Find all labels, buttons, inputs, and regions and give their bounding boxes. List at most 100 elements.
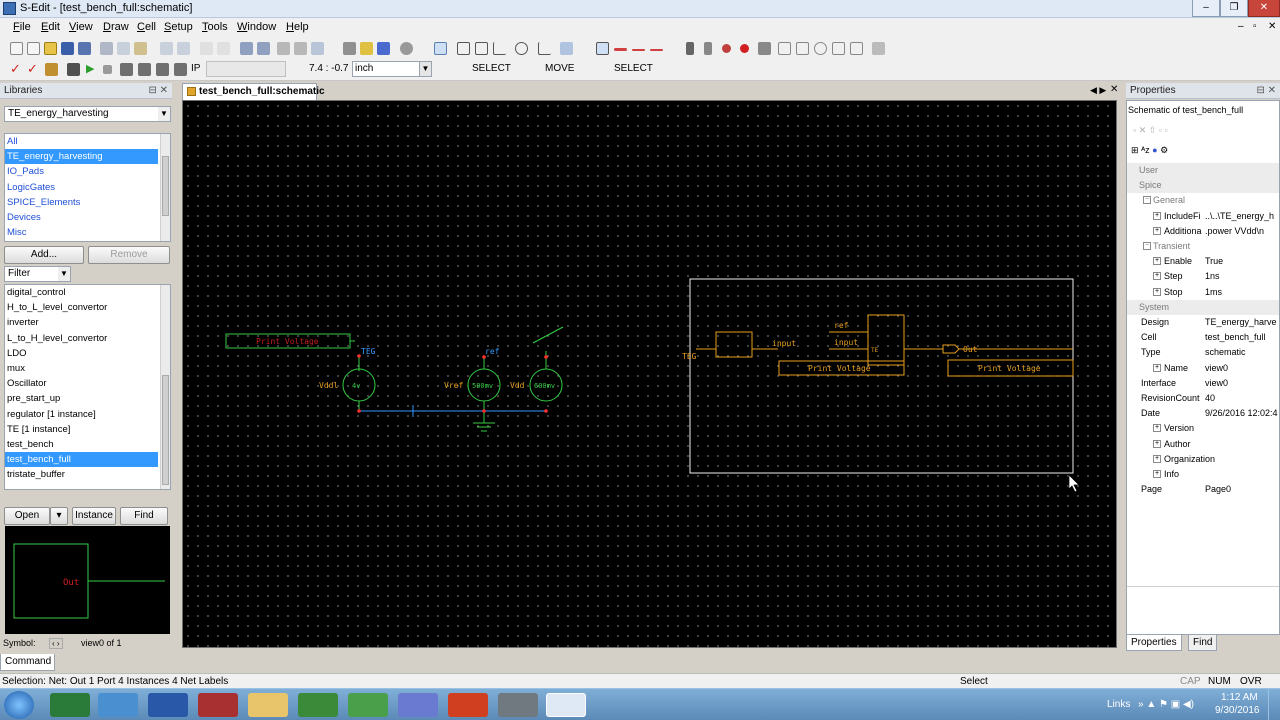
menu-help[interactable]: Help bbox=[286, 21, 309, 33]
new-file-icon[interactable] bbox=[10, 42, 23, 55]
menu-view[interactable]: View bbox=[69, 21, 93, 33]
probe-icon[interactable] bbox=[722, 44, 731, 53]
mouse-middle-mode[interactable]: MOVE bbox=[545, 63, 574, 74]
categorized-icon[interactable]: ⊞ bbox=[1131, 145, 1139, 155]
sedit-taskbar-icon[interactable] bbox=[546, 693, 586, 717]
menu-edit[interactable]: Edit bbox=[41, 21, 60, 33]
back-icon[interactable] bbox=[240, 42, 253, 55]
property-row[interactable]: + Organization bbox=[1127, 452, 1279, 467]
circle-icon[interactable] bbox=[515, 42, 528, 55]
property-value[interactable]: TE_energy_harve bbox=[1205, 315, 1279, 330]
document-tab[interactable]: test_bench_full:schematic bbox=[182, 83, 325, 100]
polygon-icon[interactable] bbox=[475, 42, 488, 55]
scroll-thumb[interactable] bbox=[162, 156, 169, 216]
tool-icon[interactable] bbox=[758, 42, 771, 55]
property-value[interactable]: view0 bbox=[1205, 361, 1279, 376]
select-pointer-icon[interactable] bbox=[434, 42, 447, 55]
shape3-icon[interactable] bbox=[814, 42, 827, 55]
cell-list-item[interactable]: TE [1 instance] bbox=[5, 422, 158, 437]
property-row[interactable]: RevisionCount 40 bbox=[1127, 391, 1279, 406]
excel-taskbar-icon[interactable] bbox=[50, 693, 90, 717]
explorer-taskbar-icon[interactable] bbox=[248, 693, 288, 717]
add-library-button[interactable]: Add... bbox=[4, 246, 84, 264]
minimize-button[interactable]: ‒ bbox=[1192, 0, 1220, 17]
property-value[interactable]: schematic bbox=[1205, 345, 1279, 360]
property-row[interactable]: + Version bbox=[1127, 421, 1279, 436]
probe-current-icon[interactable] bbox=[156, 63, 169, 76]
property-row[interactable]: + Additiona .power VVdd\n bbox=[1127, 224, 1279, 239]
property-value[interactable]: True bbox=[1205, 254, 1279, 269]
simulation-combo[interactable] bbox=[206, 61, 286, 77]
word-taskbar-icon[interactable] bbox=[148, 693, 188, 717]
browser-taskbar-icon[interactable] bbox=[98, 693, 138, 717]
circle-icon[interactable]: ● bbox=[1152, 145, 1157, 155]
document-close-icon[interactable]: ✕ bbox=[1110, 84, 1118, 95]
expand-icon[interactable]: + bbox=[1153, 287, 1161, 296]
cell-list-item[interactable]: test_bench_full bbox=[5, 452, 158, 468]
pdf-taskbar-icon[interactable] bbox=[448, 693, 488, 717]
label-icon[interactable] bbox=[538, 42, 551, 55]
check-icon[interactable]: ✓ bbox=[10, 62, 23, 76]
access-taskbar-icon[interactable] bbox=[198, 693, 238, 717]
property-row[interactable]: Page Page0 bbox=[1127, 482, 1279, 497]
clock-time[interactable]: 1:12 AM bbox=[1221, 692, 1258, 703]
property-row[interactable]: − Transient bbox=[1127, 239, 1279, 254]
open-folder-icon[interactable] bbox=[44, 42, 57, 55]
cell-list-item[interactable]: H_to_L_level_convertor bbox=[5, 300, 158, 315]
library-list-item[interactable]: IO_Pads bbox=[5, 164, 158, 179]
cell-list-item[interactable]: inverter bbox=[5, 315, 158, 330]
redo-icon[interactable] bbox=[217, 42, 230, 55]
property-row[interactable]: Date 9/26/2016 12:02:4 bbox=[1127, 406, 1279, 421]
schematic-drawing[interactable]: Print Voltage TEG 4v Vddl ref 500mv Vref… bbox=[183, 101, 1118, 649]
library-list-item[interactable]: LogicGates bbox=[5, 180, 158, 195]
property-value[interactable]: 40 bbox=[1205, 391, 1279, 406]
print-icon[interactable] bbox=[343, 42, 356, 55]
property-value[interactable]: 1ns bbox=[1205, 269, 1279, 284]
expand-icon[interactable]: + bbox=[1153, 439, 1161, 448]
collapse-icon[interactable]: − bbox=[1143, 242, 1151, 250]
wire-icon[interactable] bbox=[596, 42, 609, 55]
expand-icon[interactable]: + bbox=[1153, 470, 1161, 478]
pin-icon[interactable] bbox=[704, 42, 712, 55]
expand-icon[interactable]: + bbox=[1153, 272, 1161, 281]
property-row[interactable]: User bbox=[1127, 163, 1279, 178]
settings-icon[interactable]: ⚙ bbox=[1160, 145, 1168, 155]
scroll-thumb[interactable] bbox=[162, 375, 169, 485]
symbol-nav-buttons[interactable]: ‹ › bbox=[49, 638, 63, 649]
property-value[interactable]: .power VVdd\n bbox=[1205, 224, 1279, 239]
clock-date[interactable]: 9/30/2016 bbox=[1215, 705, 1260, 716]
property-row[interactable]: Interface view0 bbox=[1127, 376, 1279, 391]
mdi-close-button[interactable]: ✕ bbox=[1268, 21, 1276, 32]
alphabetical-icon[interactable]: ᴬz bbox=[1141, 145, 1150, 155]
panel-pin-close-icon[interactable]: ⊟ ✕ bbox=[1256, 83, 1276, 98]
filter-select[interactable]: Filter ▼ bbox=[4, 266, 71, 282]
tab-scroll-arrows[interactable]: ◀ ▶ bbox=[1090, 85, 1106, 96]
show-desktop-button[interactable] bbox=[1268, 689, 1280, 720]
cell-list-item[interactable]: mux bbox=[5, 361, 158, 376]
property-row[interactable]: + Author bbox=[1127, 437, 1279, 452]
property-row[interactable]: Cell test_bench_full bbox=[1127, 330, 1279, 345]
library-list-item[interactable]: SPICE_Elements bbox=[5, 195, 158, 210]
te-instance[interactable] bbox=[715, 331, 753, 358]
paste-icon[interactable] bbox=[134, 42, 147, 55]
library-list-item[interactable]: Devices bbox=[5, 210, 158, 225]
forward-icon[interactable] bbox=[257, 42, 270, 55]
property-value[interactable]: 9/26/2016 12:02:4 bbox=[1205, 406, 1279, 421]
mouse-right-mode[interactable]: SELECT bbox=[614, 63, 653, 74]
setup-sim-icon[interactable] bbox=[67, 63, 80, 76]
maximize-button[interactable]: ❐ bbox=[1220, 0, 1248, 17]
waveform-icon[interactable] bbox=[120, 63, 133, 76]
expand-icon[interactable]: + bbox=[1153, 211, 1161, 220]
rectangle-icon[interactable] bbox=[457, 42, 470, 55]
undo-icon[interactable] bbox=[200, 42, 213, 55]
cell-list-item[interactable]: digital_control bbox=[5, 285, 158, 300]
out-port[interactable] bbox=[942, 344, 960, 354]
more-icon[interactable] bbox=[872, 42, 885, 55]
ledit-taskbar-icon[interactable] bbox=[348, 693, 388, 717]
property-value[interactable]: ..\..\TE_energy_h bbox=[1205, 209, 1279, 224]
collapse-icon[interactable]: − bbox=[1143, 196, 1151, 205]
check-all-icon[interactable]: ✓ bbox=[27, 62, 40, 76]
pop-icon[interactable] bbox=[294, 42, 307, 55]
open-cell-button[interactable]: Open bbox=[4, 507, 50, 525]
find-cell-button[interactable]: Find bbox=[120, 507, 168, 525]
